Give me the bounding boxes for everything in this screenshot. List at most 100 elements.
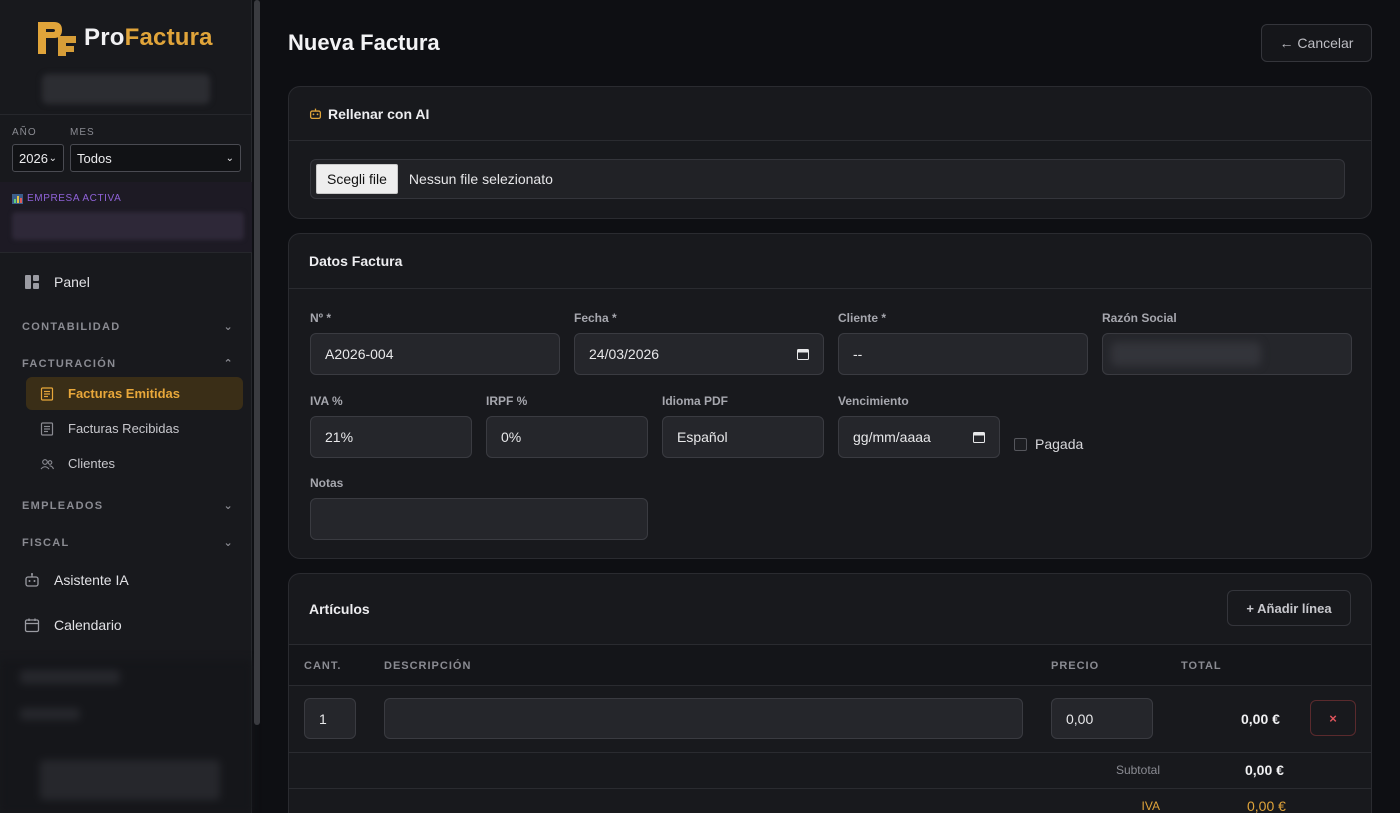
calendar-icon[interactable] [797,348,809,360]
empresa-select-blurred[interactable] [12,212,244,240]
sidebar-item-label: Facturas Recibidas [68,421,180,436]
irpf-label: IRPF % [486,394,528,408]
notas-field[interactable] [310,498,648,540]
idioma-select[interactable]: Español [662,416,824,458]
irpf-field[interactable]: 0% [486,416,648,458]
nav-asistente-ia[interactable]: Asistente IA [24,572,129,588]
year-select-value: 2026 [19,150,48,166]
divider [0,252,252,253]
vencimiento-field[interactable]: gg/mm/aaaa [838,416,1000,458]
profactura-logo-icon [38,22,76,56]
pagada-checkbox[interactable] [1014,437,1027,451]
invoice-data-card: Datos Factura Nº * A2026-004 Fecha * 24/… [288,233,1372,559]
empresa-label: EMPRESA ACTIVA [12,193,121,204]
subtotal-label: Subtotal [1115,763,1160,777]
invoice-icon [40,386,54,401]
section-facturacion-label: FACTURACIÓN [22,357,117,370]
iva-field[interactable]: 21% [310,416,472,458]
file-upload-input[interactable]: Scegli file Nessun file selezionato [310,159,1345,199]
idioma-value: Español [677,429,728,445]
chevron-up-icon: ⌃ [223,358,234,370]
iva-total-value: 0,00 € [1247,798,1286,813]
cliente-label: Cliente * [838,311,887,325]
section-contabilidad[interactable]: CONTABILIDAD ⌄ [22,320,234,334]
chevron-down-icon: ⌄ [225,152,234,164]
chevron-down-icon: ⌄ [48,152,57,164]
fecha-field[interactable]: 24/03/2026 [574,333,824,375]
col-total: TOTAL [1181,660,1222,672]
calendar-icon [24,618,40,633]
articles-table-header: CANT. DESCRIPCIÓN PRECIO TOTAL [289,644,1371,686]
razon-social-field[interactable] [1102,333,1352,375]
numero-value: A2026-004 [325,346,394,362]
iva-total-label: IVA [1141,799,1160,813]
invoice-data-header: Datos Factura [289,234,1371,289]
brand-name-part1: Pro [84,24,125,51]
sidebar: ProFactura AÑO MES 2026 ⌄ Todos ⌄ EMPRES… [0,0,252,813]
add-line-button[interactable]: + Añadir línea [1227,590,1351,626]
ai-fill-card: Rellenar con AI Scegli file Nessun file … [288,86,1372,219]
nav-panel-label: Panel [54,274,90,290]
chevron-down-icon: ⌄ [223,500,234,512]
irpf-value: 0% [501,429,522,445]
cliente-value: -- [853,346,863,362]
chevron-down-icon: ⌄ [223,537,234,549]
numero-label: Nº * [310,311,332,325]
invoice-data-title: Datos Factura [309,253,403,269]
sidebar-item-label: Facturas Emitidas [68,386,180,401]
chart-icon [12,193,23,204]
brand-name-part2: Factura [124,24,213,51]
users-icon [40,458,54,469]
section-empleados-label: EMPLEADOS [22,499,104,512]
year-select[interactable]: 2026 ⌄ [12,144,64,172]
pagada-toggle[interactable]: Pagada [1014,436,1083,452]
fecha-label: Fecha * [574,311,617,325]
vencimiento-label: Vencimiento [838,394,909,408]
numero-field[interactable]: A2026-004 [310,333,560,375]
iva-label: IVA % [310,394,343,408]
month-select[interactable]: Todos ⌄ [70,144,241,172]
nav-panel[interactable]: Panel [24,274,90,290]
sidebar-item-facturas-recibidas[interactable]: Facturas Recibidas [26,412,243,445]
col-descripcion: DESCRIPCIÓN [384,660,472,672]
remove-line-button[interactable]: × [1310,700,1356,736]
pagada-label: Pagada [1035,436,1084,452]
user-info-blurred [42,74,210,104]
sidebar-item-facturas-emitidas[interactable]: Facturas Emitidas [26,377,243,410]
vencimiento-placeholder: gg/mm/aaaa [853,429,931,445]
ai-card-title: Rellenar con AI [328,105,430,122]
razon-social-blurred [1111,342,1261,366]
calendar-icon[interactable] [973,431,985,443]
brand-name: ProFactura [84,24,213,52]
section-fiscal[interactable]: FISCAL ⌄ [22,536,234,550]
year-label: AÑO [12,127,37,138]
articles-header: Artículos [289,574,1371,644]
razon-social-label: Razón Social [1102,311,1177,325]
descripcion-input[interactable] [384,698,1023,739]
subtotal-value: 0,00 € [1245,762,1284,778]
brand-logo[interactable]: ProFactura [36,18,213,58]
fecha-value: 24/03/2026 [589,346,660,362]
col-precio: PRECIO [1051,660,1100,672]
section-facturacion[interactable]: FACTURACIÓN ⌃ [22,357,234,371]
sidebar-scrollbar[interactable] [254,0,260,725]
empresa-label-text: EMPRESA ACTIVA [27,193,122,204]
section-empleados[interactable]: EMPLEADOS ⌄ [22,499,234,513]
cliente-select[interactable]: -- [838,333,1088,375]
nav-calendario-label: Calendario [54,617,122,633]
nav-calendario[interactable]: Calendario [24,617,122,633]
articles-card: Artículos + Añadir línea CANT. DESCRIPCI… [288,573,1372,813]
articles-title: Artículos [309,601,370,617]
precio-input[interactable]: 0,00 [1051,698,1153,739]
col-cant: CANT. [304,660,342,672]
section-fiscal-label: FISCAL [22,536,70,549]
row-divider [289,788,1371,789]
dashboard-icon [25,275,39,289]
cantidad-input[interactable]: 1 [304,698,356,739]
choose-file-button[interactable]: Scegli file [316,164,398,194]
sidebar-item-clientes[interactable]: Clientes [26,447,243,480]
file-status-text: Nessun file selezionato [408,171,553,187]
divider [0,114,252,115]
cancel-button[interactable]: ← Cancelar [1261,24,1372,62]
invoice-icon [40,421,54,436]
